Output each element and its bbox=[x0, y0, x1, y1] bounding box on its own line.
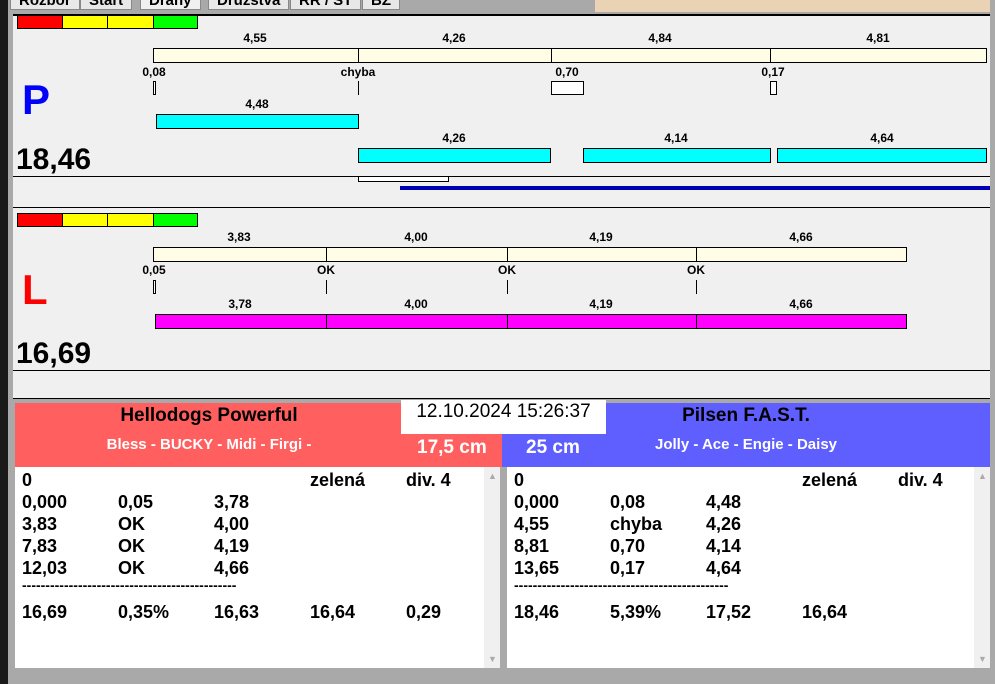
tab-rozbor[interactable]: Rozbor bbox=[10, 0, 80, 10]
tab-start[interactable]: Start bbox=[80, 0, 133, 10]
run-label: 4,64 bbox=[870, 131, 894, 145]
lane-p-total: 18,46 bbox=[16, 143, 92, 176]
check-label: 0,70 bbox=[555, 65, 579, 79]
time-label: 4,00 bbox=[404, 230, 428, 244]
time-bar bbox=[770, 48, 987, 63]
run-label: 3,78 bbox=[228, 297, 252, 311]
check-label: OK bbox=[687, 263, 705, 277]
run-label: 4,66 bbox=[789, 297, 813, 311]
list-header-cell: zelená bbox=[802, 470, 858, 490]
time-label: 4,55 bbox=[243, 31, 267, 45]
list-header-cell: 0 bbox=[22, 470, 33, 490]
check-marker bbox=[551, 81, 584, 95]
time-label: 4,19 bbox=[589, 230, 613, 244]
time-bar bbox=[696, 247, 907, 262]
run-label: 4,48 bbox=[245, 97, 269, 111]
list-header-cell: div. 4 bbox=[406, 470, 451, 490]
right-team-dogs: Jolly - Ace - Engie - Daisy bbox=[655, 436, 837, 453]
scrollbar[interactable]: ▲ ▼ bbox=[974, 467, 990, 668]
run-bar bbox=[777, 148, 987, 163]
scrollbar[interactable]: ▲ ▼ bbox=[484, 467, 500, 668]
time-label: 4,84 bbox=[648, 31, 672, 45]
lane-l-letter: L bbox=[22, 266, 48, 313]
check-marker bbox=[326, 280, 327, 294]
tab-drahy[interactable]: Dráhy bbox=[140, 0, 201, 10]
check-marker bbox=[358, 81, 359, 95]
run-label: 4,14 bbox=[664, 131, 688, 145]
left-team-height: 17,5 cm bbox=[417, 437, 487, 458]
check-marker bbox=[696, 280, 697, 294]
check-label: OK bbox=[317, 263, 335, 277]
run-bar bbox=[326, 314, 508, 329]
list-header-cell: 0 bbox=[514, 470, 525, 490]
check-marker bbox=[507, 280, 508, 294]
time-bar bbox=[507, 247, 697, 262]
time-label: 4,81 bbox=[866, 31, 890, 45]
progress-line bbox=[400, 186, 990, 190]
run-label: 4,19 bbox=[589, 297, 613, 311]
run-bar bbox=[583, 148, 771, 163]
right-results-list[interactable]: 0 zelená div. 4 0,000 0,08 4,48 4,55 chyba 4… bbox=[507, 467, 990, 668]
run-bar bbox=[155, 314, 327, 329]
time-bar bbox=[153, 247, 327, 262]
time-label: 4,26 bbox=[442, 31, 466, 45]
time-bar bbox=[153, 48, 359, 63]
time-label: 4,66 bbox=[789, 230, 813, 244]
run-bar bbox=[156, 114, 359, 129]
scroll-down-icon[interactable]: ▼ bbox=[978, 654, 987, 664]
lane-l-total: 16,69 bbox=[16, 337, 92, 370]
lane-p-letter: P bbox=[22, 76, 51, 123]
run-label: 4,26 bbox=[442, 131, 466, 145]
left-team-name: Hellodogs Powerful bbox=[120, 405, 298, 426]
list-header-cell: zelená bbox=[310, 470, 366, 490]
time-label: 3,83 bbox=[227, 230, 251, 244]
tab-strip-bg bbox=[595, 0, 990, 12]
tab-druzstva[interactable]: Družstva bbox=[208, 0, 290, 10]
check-marker bbox=[153, 81, 156, 95]
time-bar bbox=[326, 247, 508, 262]
scroll-up-icon[interactable]: ▲ bbox=[978, 471, 987, 481]
time-bar bbox=[551, 48, 771, 63]
run-bar bbox=[358, 148, 551, 163]
run-bar bbox=[507, 314, 697, 329]
separator: ----------------------------------------… bbox=[22, 577, 237, 593]
list-header-cell: div. 4 bbox=[898, 470, 943, 490]
timeline-axis bbox=[13, 370, 990, 371]
check-marker bbox=[153, 280, 156, 294]
check-marker bbox=[770, 81, 777, 95]
left-results-list[interactable]: 0 zelená div. 4 0,000 0,05 3,78 3,83 OK 4,00… bbox=[15, 467, 500, 668]
left-team-dogs: Bless - BUCKY - Midi - Firgi - bbox=[106, 436, 312, 453]
timeline-axis bbox=[13, 176, 990, 177]
scroll-up-icon[interactable]: ▲ bbox=[488, 471, 497, 481]
time-bar bbox=[358, 48, 552, 63]
datetime-display: 12.10.2024 15:26:37 bbox=[401, 400, 606, 434]
separator: ----------------------------------------… bbox=[514, 577, 729, 593]
check-label: OK bbox=[498, 263, 516, 277]
run-bar bbox=[696, 314, 907, 329]
right-team-name: Pilsen F.A.S.T. bbox=[682, 405, 810, 426]
right-team-height: 25 cm bbox=[526, 437, 580, 458]
tab-bz[interactable]: BZ bbox=[362, 0, 400, 10]
scroll-down-icon[interactable]: ▼ bbox=[488, 654, 497, 664]
check-label: 0,05 bbox=[142, 263, 166, 277]
run-label: 4,00 bbox=[404, 297, 428, 311]
check-label: 0,17 bbox=[761, 65, 785, 79]
timeline-marker bbox=[358, 176, 449, 182]
tab-rr-st[interactable]: RR / ST bbox=[290, 0, 362, 10]
lane-p-panel bbox=[13, 14, 990, 210]
check-label: chyba bbox=[340, 65, 376, 79]
check-label: 0,08 bbox=[142, 65, 166, 79]
